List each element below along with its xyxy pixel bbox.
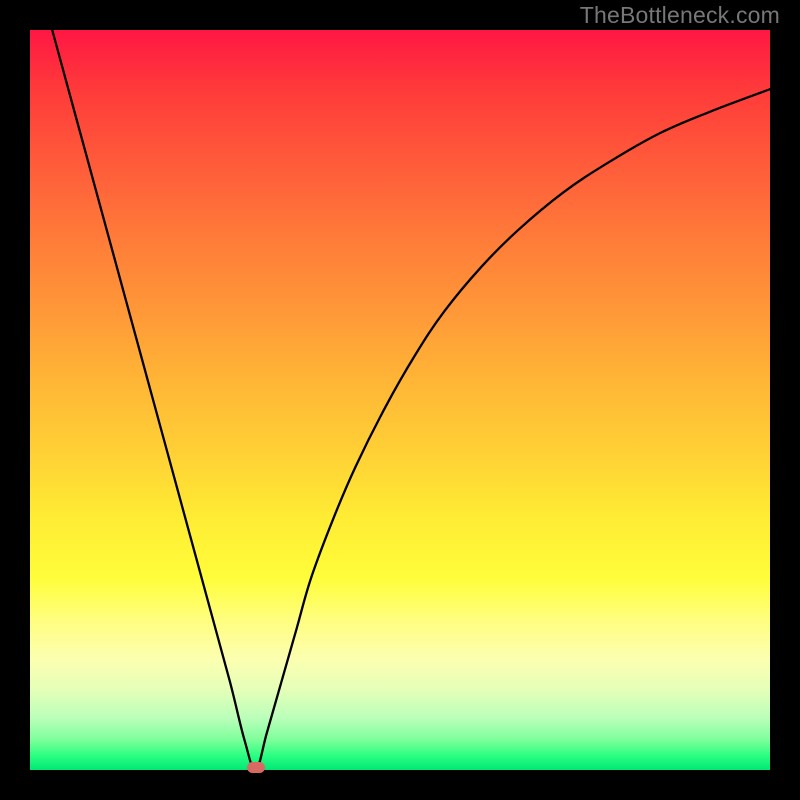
minimum-marker [247,762,265,773]
plot-area [30,30,770,770]
bottleneck-curve [30,30,770,770]
chart-frame: TheBottleneck.com [0,0,800,800]
watermark-text: TheBottleneck.com [580,2,780,29]
